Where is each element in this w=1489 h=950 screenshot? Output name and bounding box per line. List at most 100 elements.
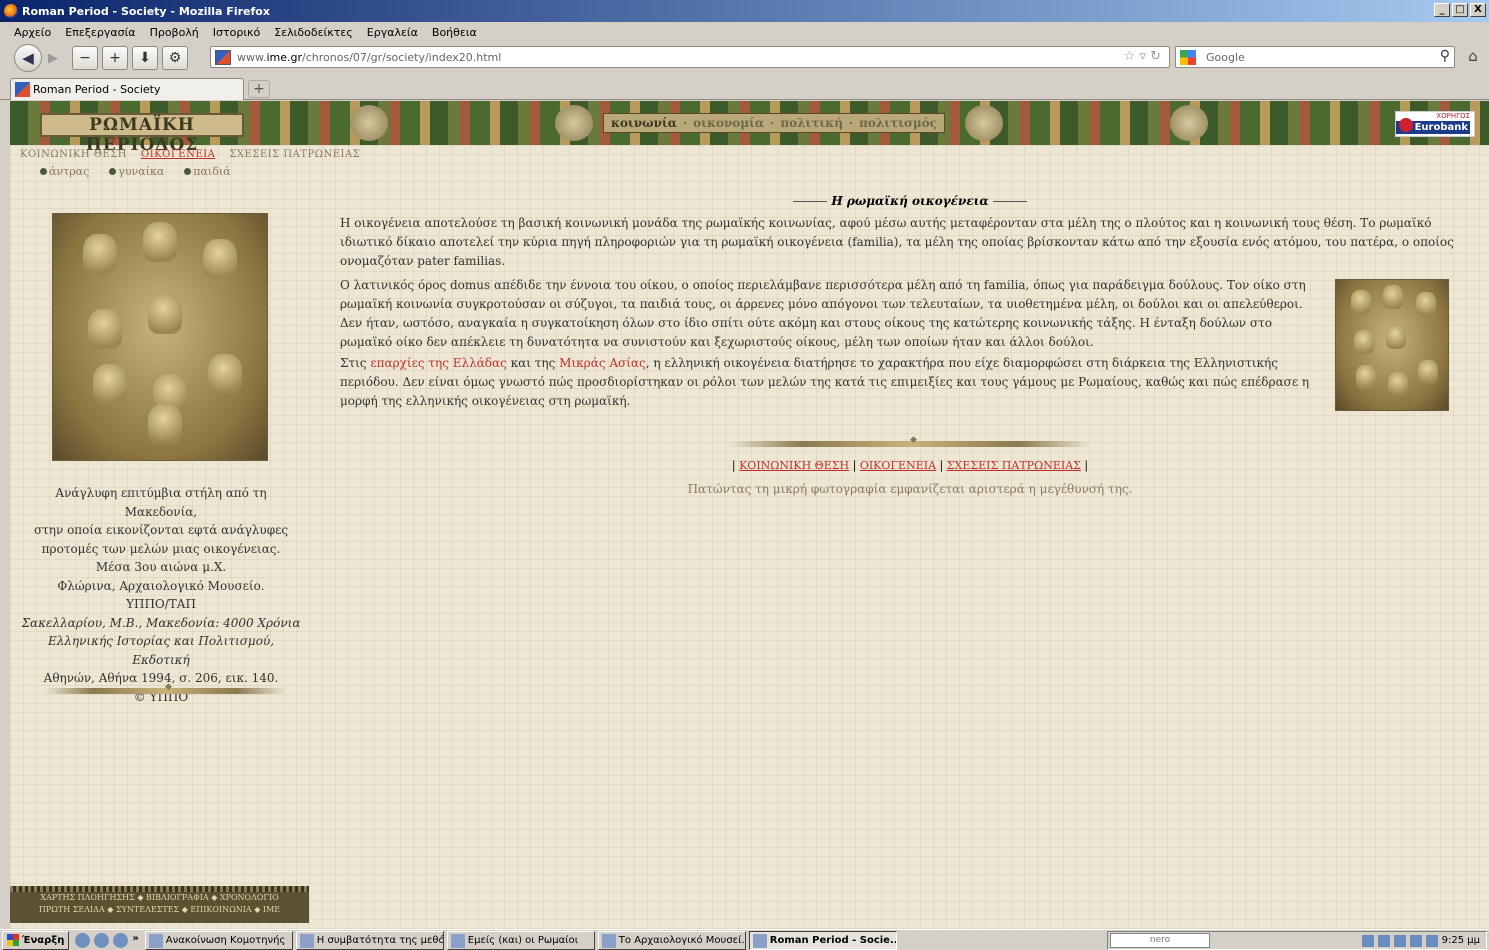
subnav-man[interactable]: άντρας	[40, 165, 89, 178]
menu-history[interactable]: Ιστορικό	[213, 26, 261, 39]
section-economy[interactable]: οικονομία	[693, 116, 764, 130]
ornament-divider	[730, 435, 1090, 447]
footer-navigation: ΧΑΡΤΗΣ ΠΛΟΗΓΗΣΗΣ ◆ ΒΙΒΛΙΟΓΡΑΦΙΑ ◆ ΧΡΟΝΟΛ…	[10, 886, 309, 923]
bust-figure	[1351, 290, 1371, 314]
bust-figure	[148, 294, 182, 334]
bottom-link-social-position[interactable]: ΚΟΙΝΩΝΙΚΗ ΘΕΣΗ	[739, 459, 849, 472]
tray-icon[interactable]	[1377, 934, 1390, 947]
task-button[interactable]: Το Αρχαιολογικό Μουσεί...	[597, 930, 746, 950]
menu-view[interactable]: Προβολή	[150, 26, 199, 39]
page-content: ΡΩΜΑΪΚΗ ΠΕΡΙΟΔΟΣ κοινωνία · οικονομία · πο…	[10, 101, 1489, 929]
messenger-icon[interactable]	[113, 932, 129, 948]
site-favicon	[215, 50, 231, 65]
back-arrow-icon: ◀	[22, 49, 34, 67]
nero-search-box[interactable]: nero	[1110, 933, 1210, 948]
section-culture[interactable]: πολιτισμός	[859, 116, 937, 130]
url-prefix: www.	[237, 50, 267, 64]
sponsor-badge[interactable]: ΧΟΡΗΓΟΣ Eurobank	[1395, 111, 1475, 137]
tray-icon[interactable]	[1409, 934, 1422, 947]
bottom-link-patronage[interactable]: ΣΧΕΣΕΙΣ ΠΑΤΡΩΝΕΙΑΣ	[947, 459, 1081, 472]
bust-figure	[1416, 292, 1436, 316]
search-icon[interactable]: ⚲	[1440, 48, 1450, 64]
google-icon	[1180, 50, 1196, 65]
menu-edit[interactable]: Επεξεργασία	[65, 26, 135, 39]
ie-icon[interactable]	[75, 932, 91, 948]
menu-bar: Αρχείο Επεξεργασία Προβολή Ιστορικό Σελι…	[0, 22, 1489, 42]
download-arrow-icon: ⬇	[139, 50, 151, 66]
bust-figure	[88, 309, 122, 349]
menu-tools[interactable]: Εργαλεία	[367, 26, 418, 39]
firefox-window: Roman Period - Society - Mozilla Firefox…	[0, 0, 1489, 950]
forward-button[interactable]: ▶	[42, 47, 64, 69]
menu-file[interactable]: Αρχείο	[14, 26, 51, 39]
start-button[interactable]: Έναρξη	[2, 930, 70, 950]
close-button[interactable]: X	[1470, 3, 1486, 17]
banner-title[interactable]: ΡΩΜΑΪΚΗ ΠΕΡΙΟΔΟΣ	[40, 113, 244, 155]
subnav-patronage[interactable]: ΣΧΕΣΕΙΣ ΠΑΤΡΩΝΕΙΑΣ	[229, 149, 360, 160]
subnav-social-position[interactable]: ΚΟΙΝΩΝΙΚΗ ΘΕΣΗ	[20, 149, 127, 160]
subnav-woman[interactable]: γυναίκα	[109, 165, 164, 178]
forward-arrow-icon: ▶	[48, 50, 58, 66]
home-button[interactable]: ⌂	[1462, 47, 1484, 69]
maximize-button[interactable]: □	[1452, 3, 1468, 17]
firefox-icon	[4, 4, 18, 18]
mask-icon	[1170, 105, 1208, 141]
section-politics[interactable]: πολιτική	[780, 116, 843, 130]
bust-figure	[203, 239, 237, 279]
section-society[interactable]: κοινωνία	[611, 116, 677, 130]
task-button[interactable]: Η συμβατότητα της μεθό...	[295, 930, 444, 950]
bust-figure	[1354, 330, 1374, 354]
footer-links-row-2[interactable]: ΠΡΩΤΗ ΣΕΛΙΔΑ ◆ ΣΥΝΤΕΛΕΣΤΕΣ ◆ ΕΠΙΚΟΙΝΩΝΙΑ…	[10, 904, 309, 916]
section-nav: κοινωνία · οικονομία · πολιτική · πολιτισμό…	[603, 113, 945, 133]
link-greek-provinces[interactable]: επαρχίες της Ελλάδας	[370, 356, 506, 370]
bottom-link-family[interactable]: ΟΙΚΟΓΕΝΕΙΑ	[860, 459, 936, 472]
clock: 9:25 μμ	[1441, 935, 1480, 946]
search-input[interactable]: Google ⚲	[1175, 46, 1455, 68]
quick-launch: »	[75, 932, 139, 948]
zoom-in-button[interactable]: +	[102, 46, 128, 70]
url-bar[interactable]: www. ime.gr/chronos/07/gr/society/index20…	[210, 46, 1170, 68]
downloads-button[interactable]: ⬇	[132, 46, 158, 70]
bust-figure	[1386, 325, 1406, 349]
title-bar: Roman Period - Society - Mozilla Firefox…	[0, 0, 1489, 22]
new-tab-button[interactable]: +	[248, 80, 270, 98]
task-button-active[interactable]: Roman Period - Socie...	[748, 930, 897, 950]
thumbnail-note: Πατώντας τη μικρή φωτογραφία εμφανίζεται…	[687, 482, 1133, 496]
quick-launch-more[interactable]: »	[132, 933, 138, 948]
subnav-children[interactable]: παιδιά	[184, 165, 230, 178]
family-subnav: άντρας γυναίκα παιδιά	[40, 165, 231, 178]
volume-icon[interactable]	[1425, 934, 1438, 947]
taskbar: Έναρξη » Ανακοίνωση Κομοτηνής Η συμβατότ…	[0, 929, 1489, 950]
mask-icon	[350, 105, 388, 141]
subnav-family[interactable]: ΟΙΚΟΓΕΝΕΙΑ	[141, 149, 215, 160]
thumbnail-image[interactable]	[1335, 279, 1449, 411]
tab-title: Roman Period - Society	[33, 83, 161, 96]
bust-figure	[208, 354, 242, 394]
menu-bookmarks[interactable]: Σελιδοδείκτες	[274, 26, 353, 39]
back-button[interactable]: ◀	[14, 44, 42, 72]
mask-icon	[965, 105, 1003, 141]
sponsor-label: ΧΟΡΗΓΟΣ	[1436, 112, 1470, 120]
footer-links-row-1[interactable]: ΧΑΡΤΗΣ ΠΛΟΗΓΗΣΗΣ ◆ ΒΙΒΛΙΟΓΡΑΦΙΑ ◆ ΧΡΟΝΟΛ…	[10, 892, 309, 904]
menu-help[interactable]: Βοήθεια	[432, 26, 477, 39]
bust-figure	[143, 222, 177, 262]
zoom-out-button[interactable]: −	[72, 46, 98, 70]
tab-favicon	[15, 82, 30, 97]
minimize-button[interactable]: _	[1434, 3, 1450, 17]
bookmark-star-icon[interactable]: ☆ ▿ ↻	[1124, 49, 1161, 64]
paragraph-3: Στις επαρχίες της Ελλάδας και της Μικράς…	[340, 356, 1310, 408]
addon-button[interactable]: ⚙	[162, 46, 188, 70]
firefox-icon[interactable]	[94, 932, 110, 948]
windows-flag-icon	[7, 934, 19, 946]
system-tray: nero 9:25 μμ	[1107, 931, 1487, 950]
bottom-links: | ΚΟΙΝΩΝΙΚΗ ΘΕΣΗ | ΟΙΚΟΓΕΝΕΙΑ | ΣΧΕΣΕΙΣ …	[731, 459, 1089, 472]
task-button[interactable]: Εμείς (και) οι Ρωμαίοι	[446, 930, 595, 950]
plus-icon: +	[109, 50, 121, 66]
tray-icon[interactable]	[1393, 934, 1406, 947]
url-path: /chronos/07/gr/society/index20.html	[302, 50, 502, 64]
task-button[interactable]: Ανακοίνωση Κομοτηνής	[144, 930, 293, 950]
tray-icon[interactable]	[1361, 934, 1374, 947]
tab-roman-period[interactable]: Roman Period - Society	[10, 78, 244, 100]
bust-figure	[93, 364, 127, 404]
link-asia-minor[interactable]: Μικράς Ασίας	[559, 356, 646, 370]
